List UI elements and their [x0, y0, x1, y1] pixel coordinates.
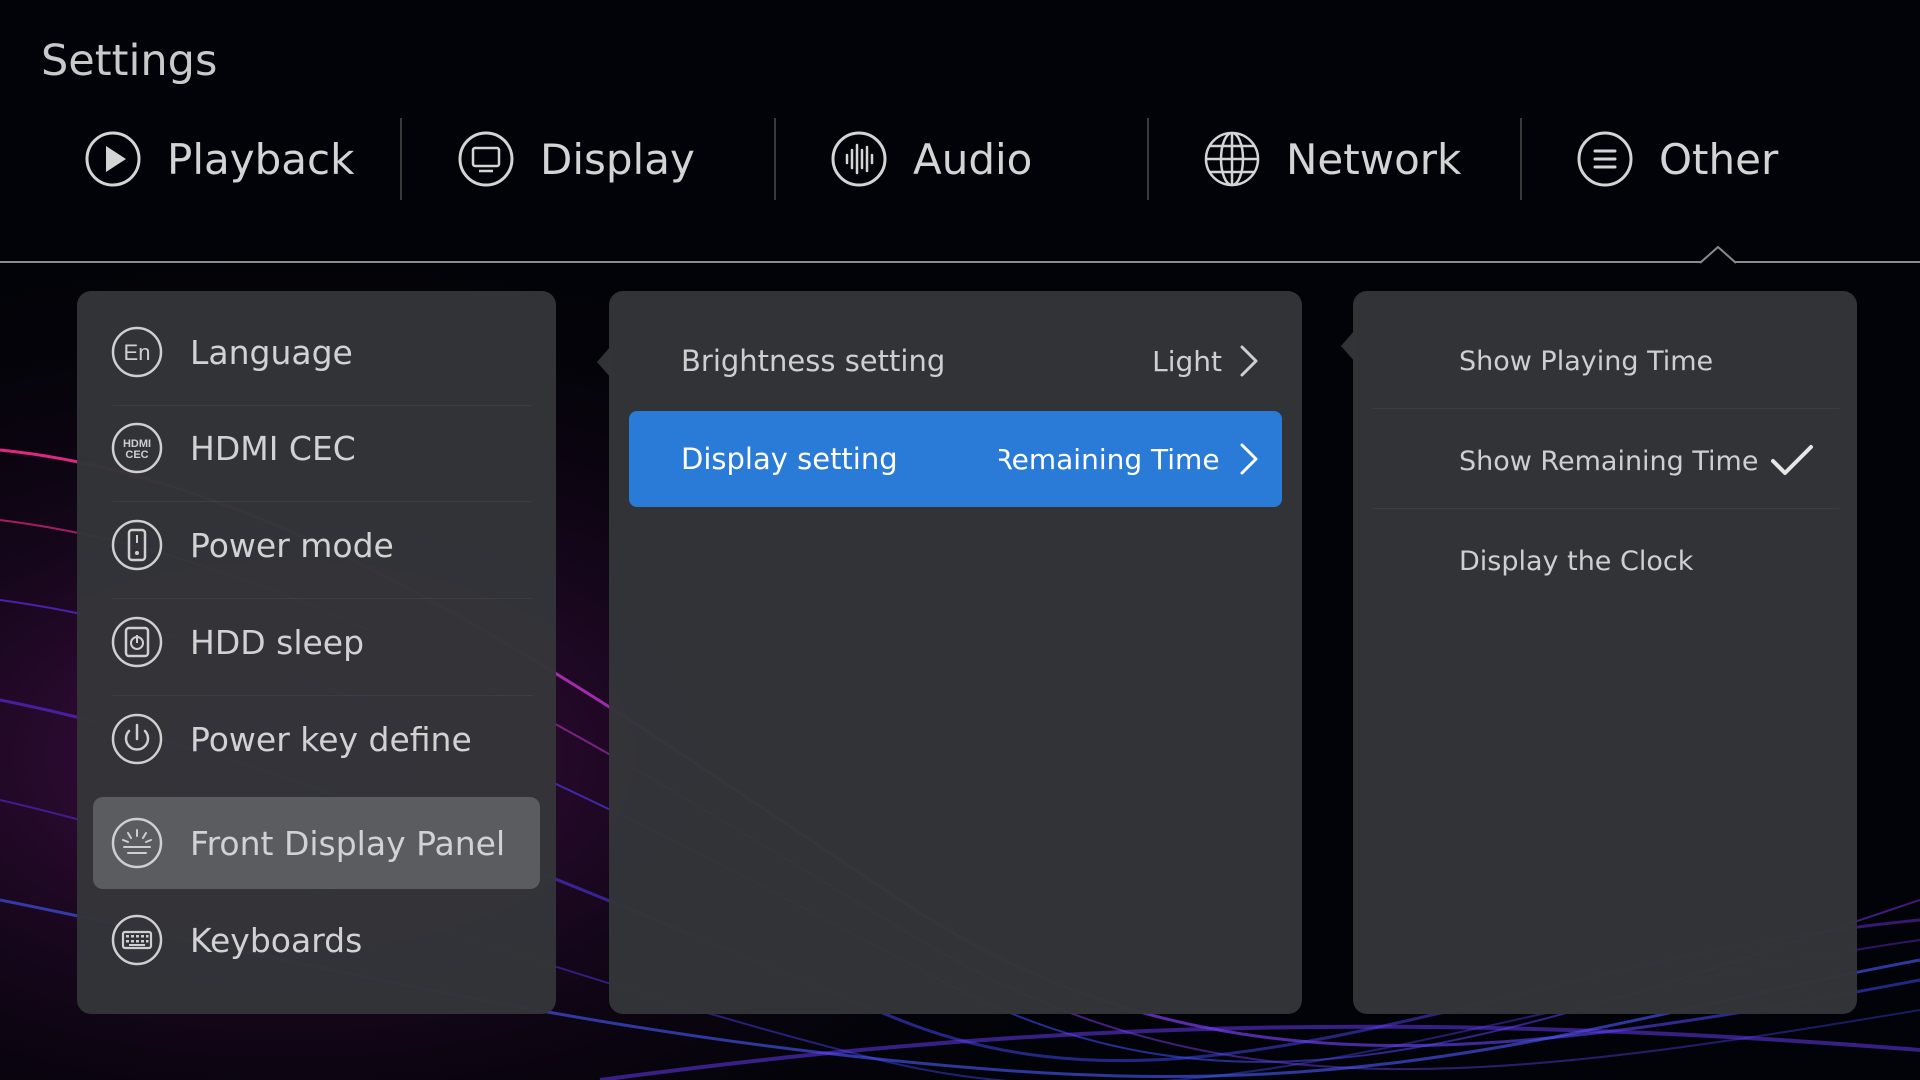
sidebar-item-label: HDMI CEC — [190, 428, 356, 468]
tab-audio[interactable]: Audio — [830, 118, 1032, 200]
option-show-remaining-time[interactable]: Show Remaining Time — [1369, 413, 1841, 509]
monitor-icon — [457, 130, 515, 188]
row-label: Display setting — [681, 442, 898, 476]
tab-label: Display — [540, 134, 695, 184]
tab-label: Audio — [913, 134, 1033, 184]
option-label: Show Playing Time — [1459, 345, 1714, 377]
option-show-playing-time[interactable]: Show Playing Time — [1369, 313, 1841, 409]
tab-network[interactable]: Network — [1203, 118, 1461, 200]
sidebar-item-power-key-define[interactable]: Power key define — [93, 693, 540, 785]
sidebar-item-power-mode[interactable]: Power mode — [93, 499, 540, 591]
options-panel: Show Playing Time Show Remaining Time Di… — [1353, 291, 1857, 1014]
divider — [1373, 408, 1839, 409]
sidebar-item-label: Power key define — [190, 719, 472, 759]
menu-lines-icon — [1576, 130, 1634, 188]
tab-divider — [400, 118, 402, 200]
globe-icon — [1203, 130, 1261, 188]
checkmark-icon — [1771, 445, 1813, 475]
language-icon-text: En — [124, 340, 151, 365]
panel-pointer — [1341, 330, 1355, 362]
panel-pointer — [597, 346, 611, 378]
brightness-setting-row[interactable]: Brightness setting Light — [629, 313, 1282, 409]
tab-label: Playback — [167, 134, 355, 184]
settings-panel: Brightness setting Light Display setting… — [609, 291, 1302, 1014]
tab-divider — [1147, 118, 1149, 200]
divider — [1373, 508, 1839, 509]
sidebar-item-keyboards[interactable]: Keyboards — [93, 894, 540, 986]
tab-underline — [0, 261, 1920, 263]
language-en-icon: En — [110, 325, 164, 379]
tab-divider — [774, 118, 776, 200]
sidebar-item-label: HDD sleep — [190, 622, 365, 662]
tab-label: Network — [1286, 134, 1462, 184]
option-display-the-clock[interactable]: Display the Clock — [1369, 513, 1841, 609]
row-label: Brightness setting — [681, 344, 946, 378]
sidebar-item-hdd-sleep[interactable]: HDD sleep — [93, 596, 540, 688]
tab-divider — [1520, 118, 1522, 200]
tab-other[interactable]: Other — [1576, 118, 1778, 200]
row-value-marquee: Show Remaining Time — [999, 443, 1249, 476]
hdmi-cec-icon: HDMI CEC — [110, 421, 164, 475]
settings-screen: Settings Playback Display Audio Network … — [0, 0, 1920, 1080]
sidebar-item-label: Power mode — [190, 525, 394, 565]
option-label: Show Remaining Time — [1459, 445, 1759, 477]
sidebar-item-hdmi-cec[interactable]: HDMI CEC HDMI CEC — [93, 402, 540, 494]
sidebar-item-label: Language — [190, 332, 353, 372]
row-value: Show Remaining Time — [999, 442, 1220, 476]
hdmi-icon-text-bottom: CEC — [125, 449, 148, 461]
power-icon — [110, 712, 164, 766]
audio-waveform-icon — [830, 130, 888, 188]
keyboard-icon — [110, 913, 164, 967]
play-circle-icon — [84, 130, 142, 188]
tab-display[interactable]: Display — [457, 118, 695, 200]
top-tab-bar: Playback Display Audio Network Other — [0, 118, 1920, 200]
front-display-icon — [110, 816, 164, 870]
sidebar-item-label: Front Display Panel — [190, 823, 506, 863]
display-setting-row[interactable]: Display setting Show Remaining Time — [629, 411, 1282, 507]
sidebar-item-label: Keyboards — [190, 920, 363, 960]
sidebar-item-front-display-panel[interactable]: Front Display Panel — [93, 797, 540, 889]
tab-label: Other — [1659, 134, 1779, 184]
tab-playback[interactable]: Playback — [84, 118, 354, 200]
option-label: Display the Clock — [1459, 545, 1694, 577]
page-title: Settings — [41, 36, 218, 86]
category-panel: En Language HDMI CEC HDMI CEC Power mode … — [77, 291, 556, 1014]
sidebar-item-language[interactable]: En Language — [93, 306, 540, 398]
chevron-right-icon — [1240, 443, 1258, 475]
active-tab-caret-icon — [1700, 246, 1736, 264]
hdd-sleep-icon — [110, 615, 164, 669]
row-value: Light — [1152, 344, 1222, 378]
chevron-right-icon — [1240, 345, 1258, 377]
power-mode-icon — [110, 518, 164, 572]
